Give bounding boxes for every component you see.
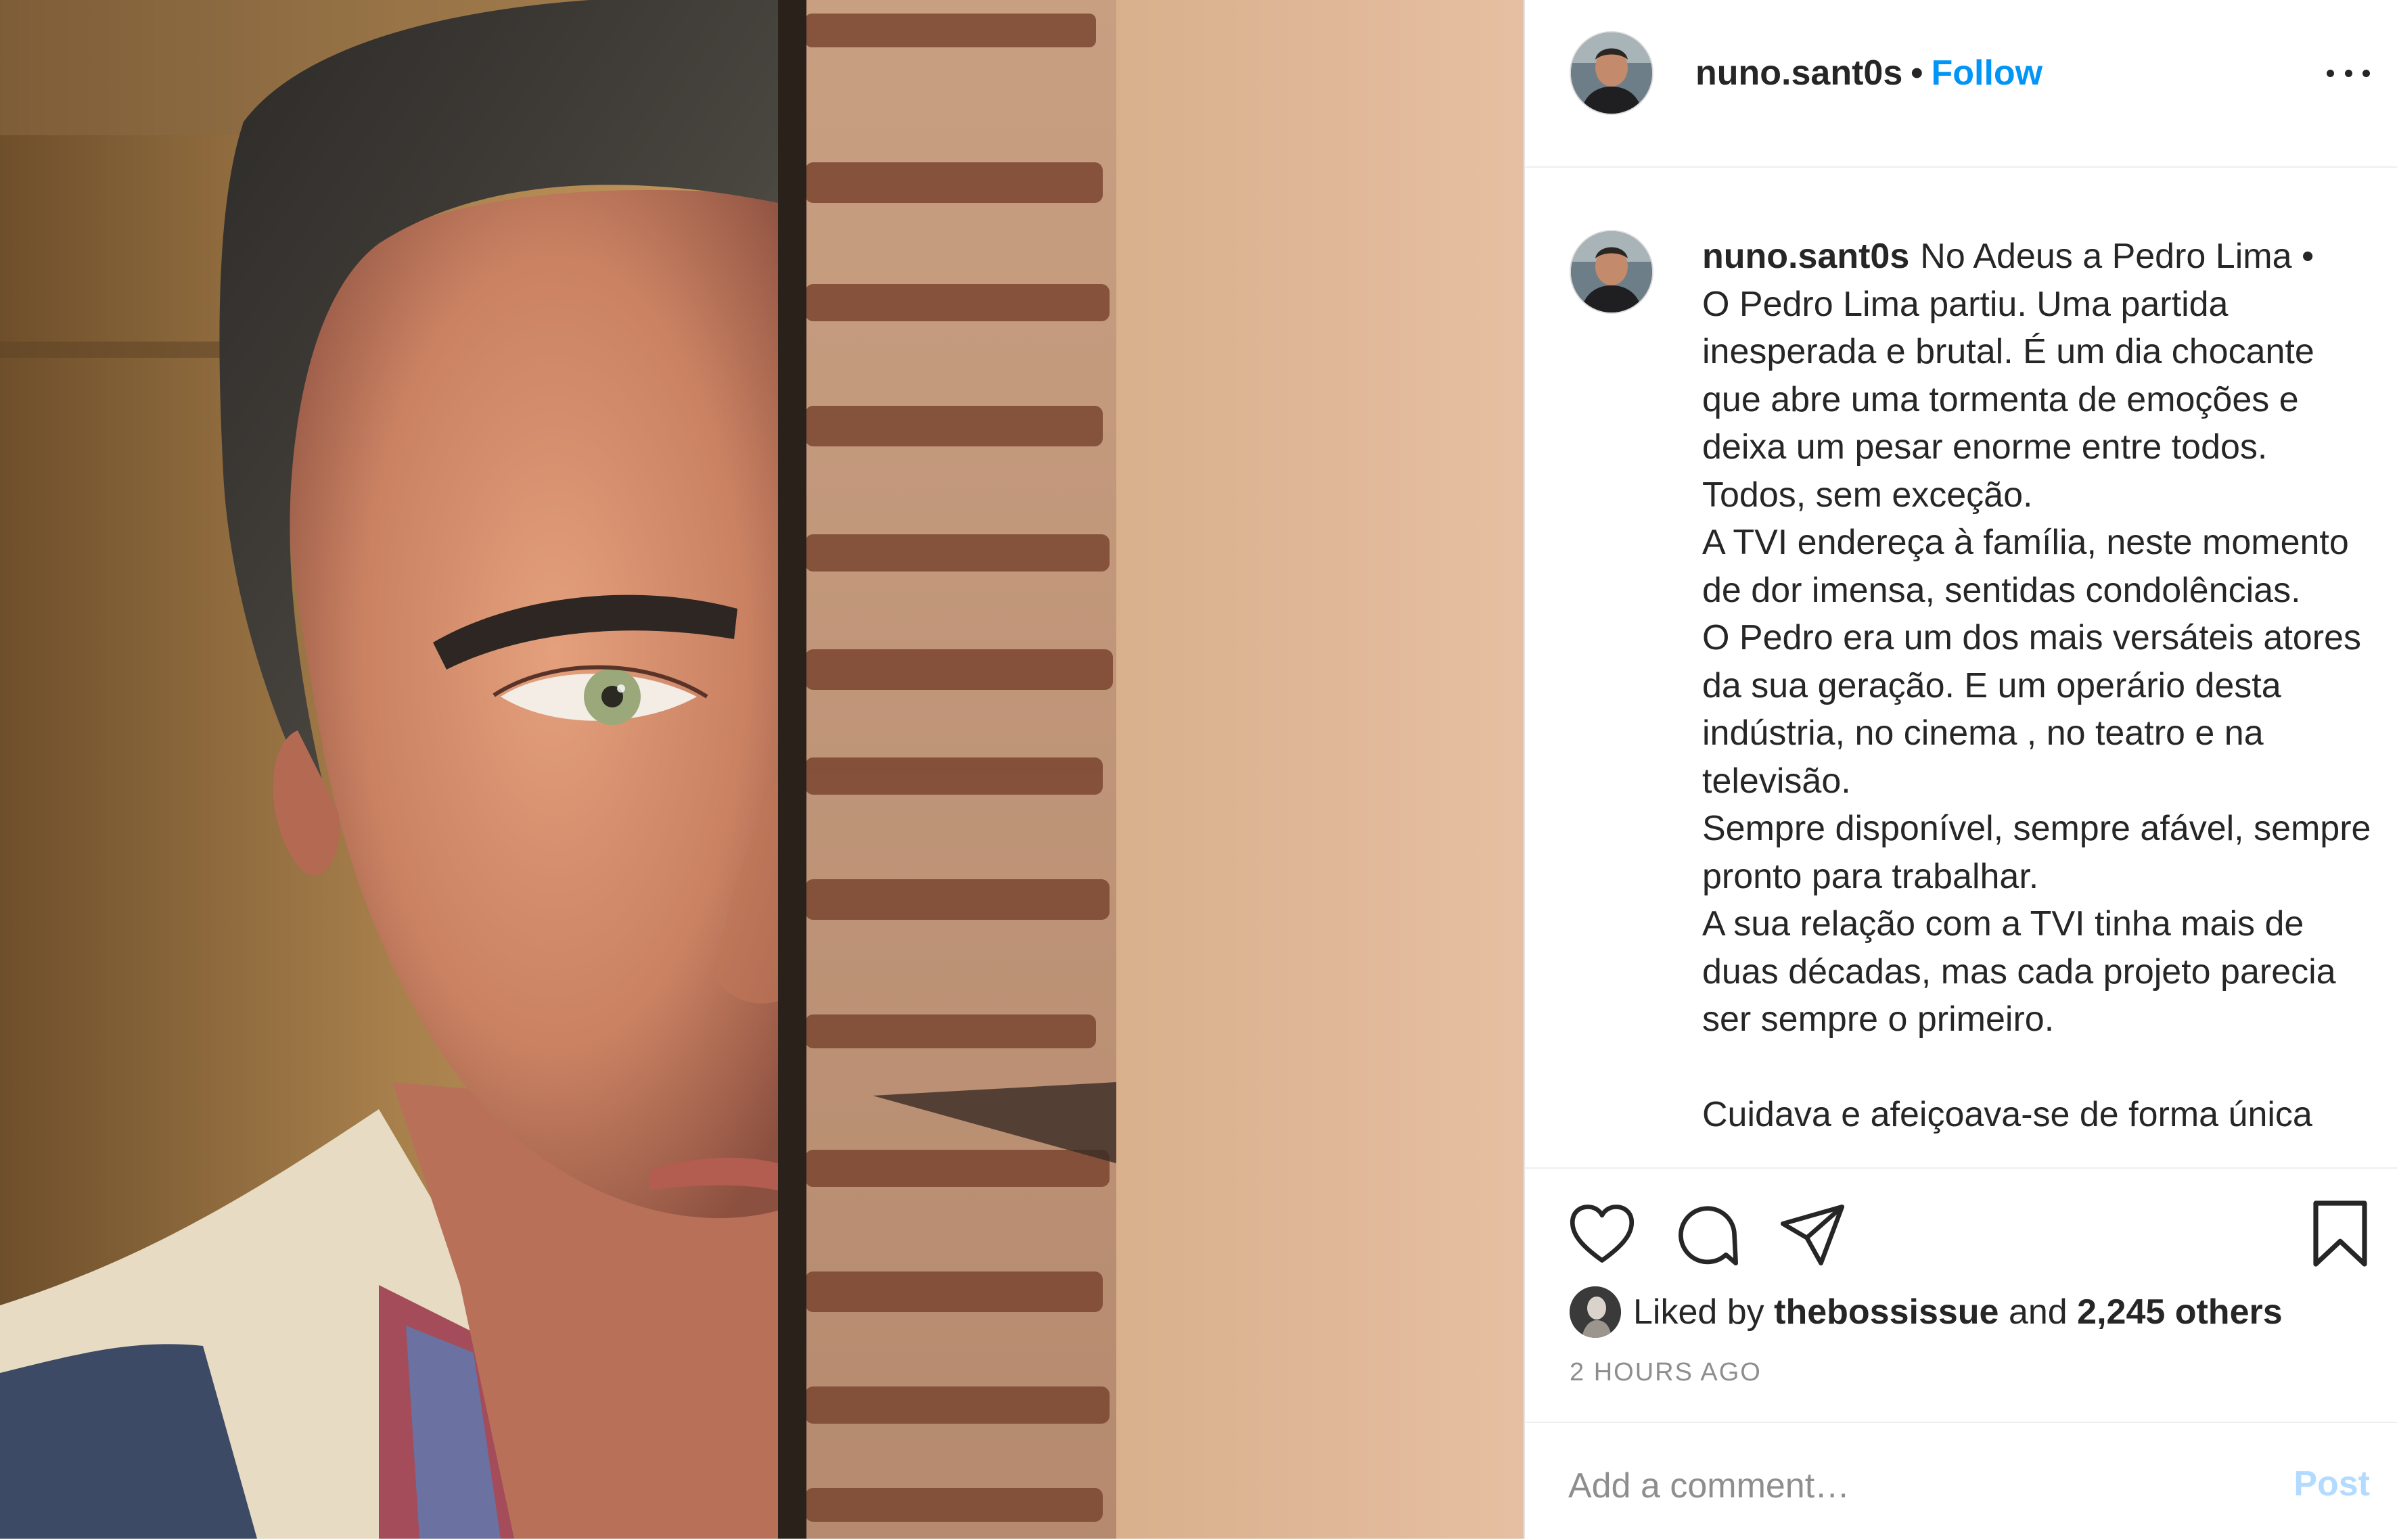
caption-author-avatar[interactable] xyxy=(1570,230,1653,314)
caption-line: O Pedro era um dos mais versáteis atores… xyxy=(1702,618,2361,801)
comment-bar: Post xyxy=(1525,1422,2397,1540)
post-photo[interactable] xyxy=(0,0,1524,1539)
dot-icon xyxy=(2327,69,2334,77)
caption-cutoff-line: Cuidava e afeiçoava-se de forma única xyxy=(1702,1094,2312,1134)
follow-button[interactable]: Follow xyxy=(1931,53,2042,93)
likes-conjunction: and xyxy=(2008,1292,2068,1332)
comment-input[interactable] xyxy=(1568,1462,2231,1510)
author-avatar-image xyxy=(1571,32,1652,114)
dot-icon xyxy=(2362,69,2370,77)
comments-scroll-area[interactable]: nuno.sant0s No Adeus a Pedro Lima • O Ped… xyxy=(1525,168,2397,1167)
heart-icon[interactable] xyxy=(1568,1201,1636,1266)
liker-username[interactable]: thebossissue xyxy=(1774,1292,1999,1332)
liker-avatar-image xyxy=(1570,1286,1621,1338)
post-side-panel: nuno.sant0s • Follow nuno.sant0s No Adeu… xyxy=(1524,0,2397,1539)
post-caption: nuno.sant0s No Adeus a Pedro Lima • O Ped… xyxy=(1702,233,2379,1138)
header-line: nuno.sant0s • Follow xyxy=(1695,49,2042,97)
caption-line: Sempre disponível, sempre afável, sempre… xyxy=(1702,809,2371,896)
comment-icon[interactable] xyxy=(1674,1201,1741,1269)
post-actions: Liked by thebossissue and 2,245 others 2… xyxy=(1525,1167,2397,1539)
more-options-icon[interactable] xyxy=(2327,58,2370,88)
post-header: nuno.sant0s • Follow xyxy=(1525,0,2397,168)
caption-username[interactable]: nuno.sant0s xyxy=(1702,237,1909,276)
post-comment-button[interactable]: Post xyxy=(2293,1464,2370,1504)
share-icon[interactable] xyxy=(1779,1201,1846,1269)
portrait-image xyxy=(0,0,1524,1539)
bookmark-icon[interactable] xyxy=(2310,1198,2371,1269)
likes-summary: Liked by thebossissue and 2,245 others xyxy=(1570,1285,2283,1339)
caption-line: No Adeus a Pedro Lima • xyxy=(1920,237,2314,276)
caption-first-line: nuno.sant0s No Adeus a Pedro Lima • xyxy=(1702,233,2379,281)
likes-others-link[interactable]: 2,245 others xyxy=(2077,1292,2283,1332)
instagram-post-view: nuno.sant0s • Follow nuno.sant0s No Adeu… xyxy=(0,0,2397,1539)
caption-spacer xyxy=(1702,1044,2379,1091)
author-username[interactable]: nuno.sant0s xyxy=(1695,53,1902,93)
dot-icon xyxy=(2344,69,2352,77)
separator-dot: • xyxy=(1911,53,1923,93)
caption-line: A TVI endereça à família, neste momento … xyxy=(1702,523,2349,610)
likes-prefix: Liked by xyxy=(1633,1292,1764,1332)
author-avatar[interactable] xyxy=(1570,31,1653,115)
liker-avatar[interactable] xyxy=(1570,1286,1621,1338)
caption-avatar-image xyxy=(1571,231,1652,312)
caption-line: A sua relação com a TVI tinha mais de du… xyxy=(1702,904,2336,1039)
post-timestamp[interactable]: 2 HOURS AGO xyxy=(1570,1358,1762,1387)
caption-line: O Pedro Lima partiu. Uma partida inesper… xyxy=(1702,284,2314,515)
